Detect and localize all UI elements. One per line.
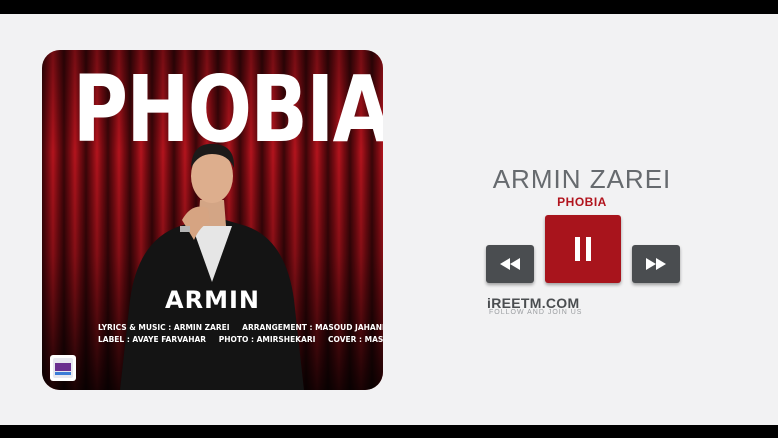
credits-row: LABEL : AVAYE FARVAHAR PHOTO : AMIRSHEKA… — [98, 334, 383, 346]
previous-button[interactable] — [486, 245, 534, 283]
credit-label: LABEL : AVAYE FARVAHAR — [98, 335, 207, 344]
album-cover: PHOBIA ARMIN LYRICS & MUSIC : ARMIN ZARE… — [42, 50, 383, 390]
cover-credits: LYRICS & MUSIC : ARMIN ZAREI ARRANGEMENT… — [98, 322, 383, 346]
rewind-icon — [500, 258, 520, 270]
label-logo-icon — [50, 355, 76, 381]
credit-photo: PHOTO : AMIRSHEKARI — [218, 335, 316, 344]
credit-cover: COVER : MASOOD ZAKERI — [328, 335, 383, 344]
fast-forward-icon — [646, 258, 666, 270]
credit-lyrics: LYRICS & MUSIC : ARMIN ZAREI — [98, 323, 230, 332]
pause-icon — [575, 237, 591, 261]
tagline: FOLLOW AND JOIN US — [489, 309, 583, 316]
credit-arrangement: ARRANGEMENT : MASOUD JAHANI | REZBEAT — [242, 323, 383, 332]
player-frame: PHOBIA ARMIN LYRICS & MUSIC : ARMIN ZARE… — [0, 14, 778, 425]
pause-button[interactable] — [545, 215, 621, 283]
credits-row: LYRICS & MUSIC : ARMIN ZAREI ARRANGEMENT… — [98, 322, 383, 334]
next-button[interactable] — [632, 245, 680, 283]
artist-name: ARMIN ZAREI — [492, 164, 672, 194]
cover-artist-name: ARMIN — [165, 286, 260, 314]
song-title: PHOBIA — [557, 195, 607, 209]
